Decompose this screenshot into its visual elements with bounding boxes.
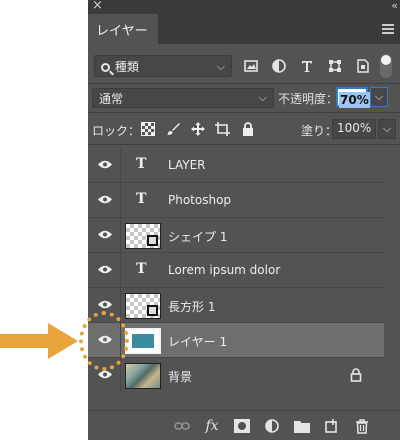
collapse-icon[interactable]: ‹‹ [391, 0, 398, 12]
layer-row[interactable]: 背景 [88, 358, 384, 393]
layer-name: Lorem ipsum dolor [168, 263, 281, 277]
layer-name: Photoshop [168, 193, 232, 207]
chevron-down-icon: ⌵ [374, 90, 384, 103]
panel-top-strip: × ‹‹ [88, 0, 400, 14]
text-layer-icon: T [136, 191, 147, 207]
layer-name: シェイプ 1 [168, 230, 228, 244]
shape-filter-icon[interactable] [327, 58, 343, 74]
divider [120, 218, 121, 253]
annotation-arrow-icon [0, 323, 78, 359]
lock-icon [350, 368, 362, 382]
image-filter-icon[interactable] [243, 58, 259, 74]
eye-icon[interactable] [98, 160, 112, 169]
eye-icon[interactable] [98, 230, 112, 239]
fill-value: 100% [337, 121, 372, 135]
layer-name: LAYER [168, 158, 206, 172]
layer-row[interactable]: 長方形 1 [88, 288, 384, 323]
fx-label: fx [205, 418, 219, 434]
layer-thumbnail [125, 363, 161, 389]
lock-transparent-icon[interactable] [140, 121, 156, 137]
bottom-toolbar: fx [88, 410, 400, 440]
adjustment-filter-icon[interactable] [271, 58, 287, 74]
chevron-down-icon: ⌵ [216, 60, 225, 73]
mask-icon[interactable] [234, 417, 250, 435]
tab-layers-label: レイヤー [96, 24, 148, 39]
trash-icon[interactable] [354, 417, 370, 435]
lock-artboard-icon[interactable] [215, 121, 231, 137]
panel-menu-icon[interactable] [382, 24, 394, 34]
text-filter-icon[interactable] [299, 58, 315, 74]
fill-input[interactable]: 100% [332, 119, 376, 139]
layer-thumbnail [125, 293, 161, 319]
lock-label: ロック： [92, 124, 141, 138]
divider [88, 144, 400, 145]
opacity-dropdown-button[interactable]: ⌵ [370, 87, 388, 107]
eye-icon[interactable] [98, 300, 112, 309]
layer-name: 背景 [168, 370, 193, 384]
divider [120, 183, 121, 218]
layer-row[interactable]: T Photoshop [88, 183, 384, 218]
new-layer-icon[interactable] [324, 417, 340, 435]
close-icon[interactable]: × [92, 0, 103, 13]
opacity-value: 70% [339, 92, 370, 108]
tab-layers[interactable]: レイヤー [88, 14, 158, 44]
layers-panel: × ‹‹ レイヤー 種類 ⌵ 通常 ⌵ 不透明度： 70% ⌵ ロック： 塗り：… [88, 0, 400, 440]
filter-kind-select[interactable]: 種類 ⌵ [94, 55, 232, 77]
filter-toggle[interactable] [380, 54, 392, 78]
annotation-highlight-circle [79, 311, 129, 371]
filter-row: 種類 ⌵ [88, 52, 400, 80]
chevron-down-icon: ⌵ [382, 122, 392, 135]
adjustment-icon[interactable] [264, 417, 280, 435]
layer-name: レイヤー 1 [168, 335, 228, 349]
lock-row: ロック： 塗り： 100% ⌵ [88, 116, 400, 142]
divider [120, 253, 121, 288]
blend-row: 通常 ⌵ 不透明度： 70% ⌵ [88, 86, 400, 110]
opacity-input[interactable]: 70% [336, 87, 370, 108]
blend-mode-select[interactable]: 通常 ⌵ [92, 88, 274, 108]
fill-dropdown-button[interactable]: ⌵ [378, 119, 396, 139]
divider [88, 83, 400, 84]
shape-badge-icon [147, 305, 158, 316]
divider [120, 148, 121, 183]
text-layer-icon: T [136, 156, 147, 172]
lock-all-icon[interactable] [240, 121, 256, 137]
panel-tabbar: レイヤー [88, 14, 400, 44]
eye-icon[interactable] [98, 195, 112, 204]
layer-row[interactable]: シェイプ 1 [88, 218, 384, 253]
chevron-down-icon: ⌵ [258, 91, 267, 104]
layer-name: 長方形 1 [168, 300, 216, 314]
eye-icon[interactable] [98, 370, 112, 379]
divider [88, 112, 400, 113]
lock-move-icon[interactable] [190, 121, 206, 137]
blend-mode-value: 通常 [99, 92, 124, 106]
layer-thumbnail [125, 328, 161, 354]
layer-row[interactable]: T LAYER [88, 148, 384, 183]
folder-icon[interactable] [294, 417, 310, 435]
shape-badge-icon [147, 235, 158, 246]
layer-thumbnail [125, 223, 161, 249]
layer-row-selected[interactable]: レイヤー 1 [88, 323, 384, 358]
layer-content-swatch [132, 334, 154, 348]
link-icon[interactable] [174, 417, 190, 435]
smart-object-filter-icon[interactable] [355, 58, 371, 74]
filter-kind-label: 種類 [114, 60, 139, 74]
layer-row[interactable]: T Lorem ipsum dolor [88, 253, 384, 288]
eye-icon[interactable] [98, 265, 112, 274]
opacity-label: 不透明度： [278, 92, 339, 106]
text-layer-icon: T [136, 261, 147, 277]
fx-icon[interactable]: fx [204, 417, 220, 435]
lock-brush-icon[interactable] [165, 121, 181, 137]
search-icon [101, 63, 110, 72]
